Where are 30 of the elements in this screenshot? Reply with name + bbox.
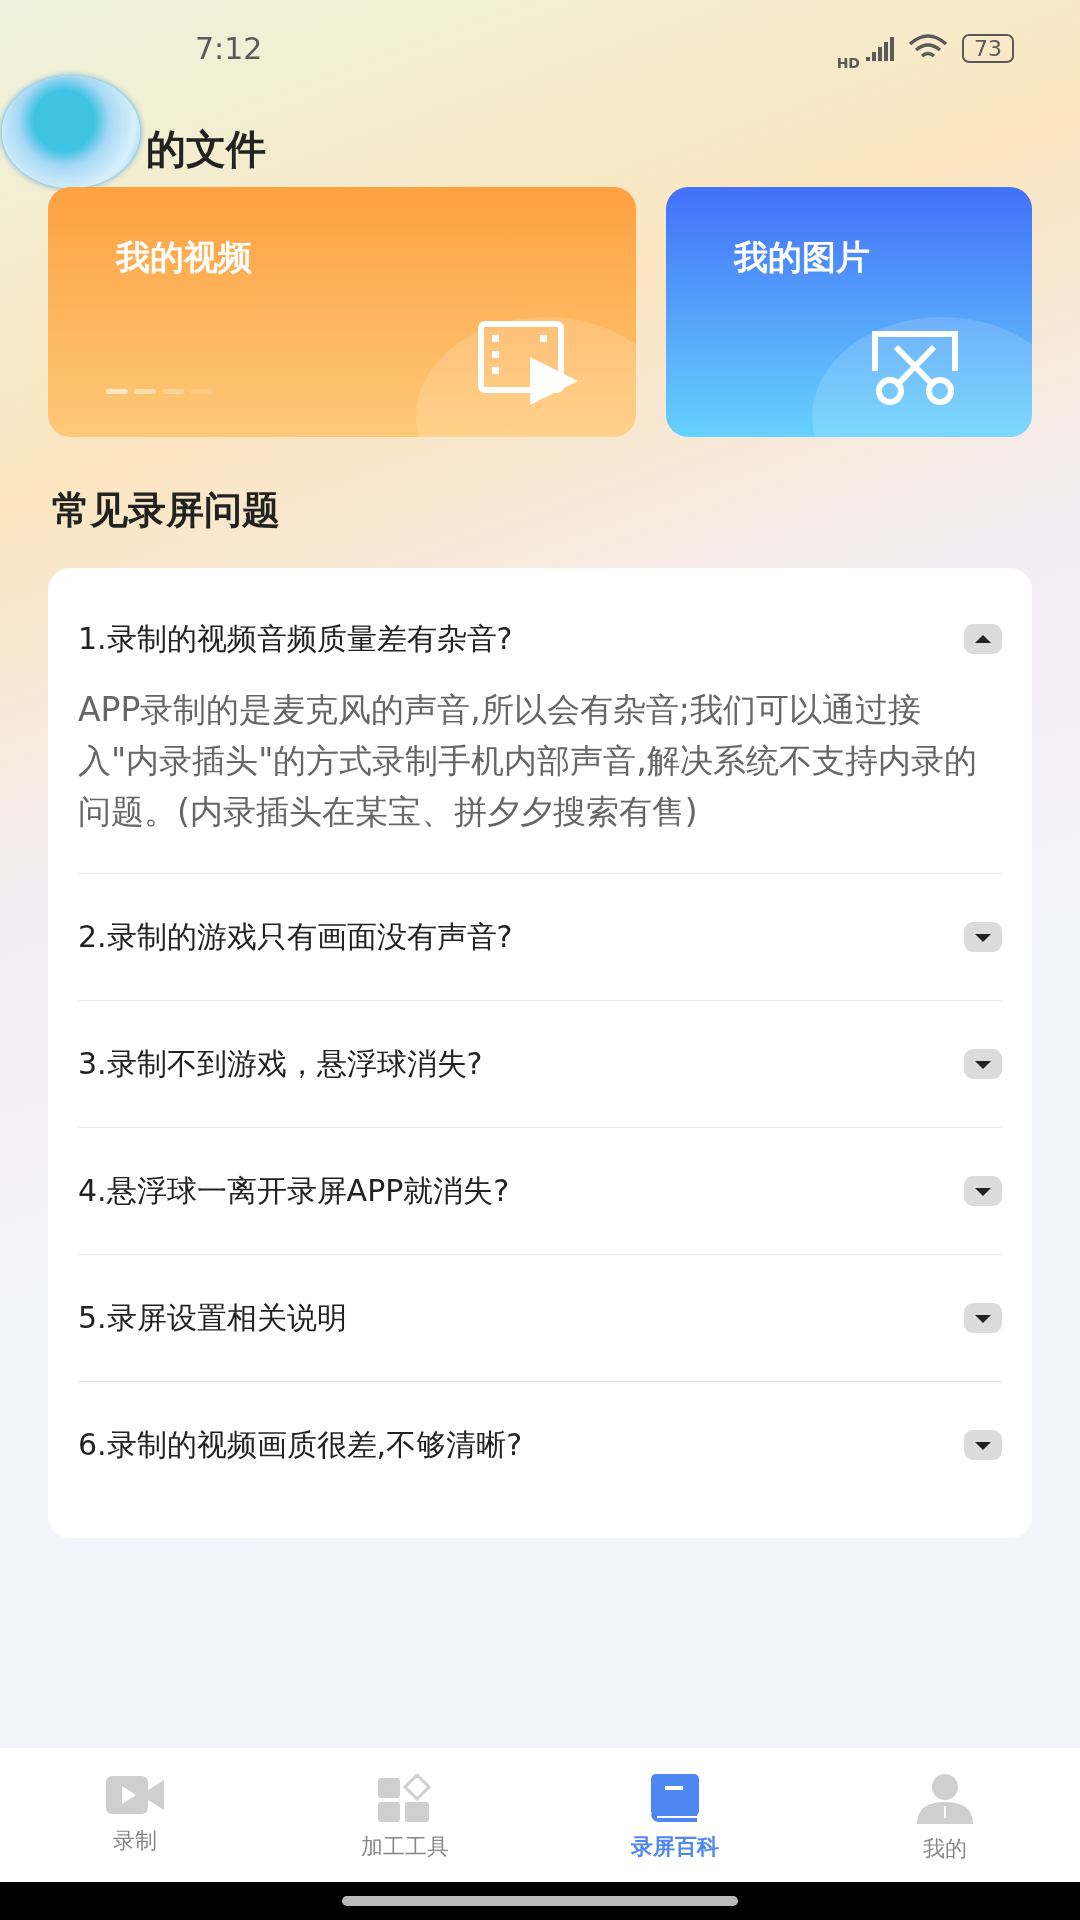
- nav-tab[interactable]: 录制: [0, 1748, 270, 1882]
- expand-icon[interactable]: [964, 1303, 1002, 1333]
- network-type-label: HD: [836, 55, 860, 71]
- book-icon: [651, 1774, 699, 1822]
- video-camera-icon: [106, 1774, 164, 1816]
- faq-answer: APP录制的是麦克风的声音,所以会有杂音;我们可以通过接入"内录插头"的方式录制手机内部声音,解决系统不支持内录的问题。(内录插头在某宝、拼夕夕搜索有售): [78, 689, 978, 833]
- film-play-icon: [478, 321, 578, 405]
- section-title: 常见录屏问题: [51, 487, 281, 534]
- expand-icon[interactable]: [964, 1049, 1002, 1079]
- faq-question[interactable]: 3.录制不到游戏，悬浮球消失?: [78, 1043, 483, 1085]
- faq-question[interactable]: 1.录制的视频音频质量差有杂音?: [78, 618, 513, 660]
- expand-icon[interactable]: [964, 1176, 1002, 1206]
- battery-indicator: 73: [962, 33, 1014, 63]
- faq-question[interactable]: 6.录制的视频画质很差,不够清晰?: [78, 1424, 523, 1466]
- card-title: 我的图片: [734, 236, 870, 279]
- nav-tab[interactable]: 我的: [810, 1748, 1080, 1882]
- expand-icon[interactable]: [964, 1430, 1002, 1460]
- faq-question[interactable]: 2.录制的游戏只有画面没有声音?: [78, 916, 513, 958]
- status-time: 7:12: [195, 30, 263, 66]
- collapse-icon[interactable]: [964, 624, 1002, 654]
- nav-tab[interactable]: 加工工具: [270, 1748, 540, 1882]
- grid-tools-icon: [378, 1774, 432, 1822]
- section-title: 的文件: [146, 125, 266, 174]
- card-title: 我的视频: [116, 236, 252, 279]
- faq-question[interactable]: 4.悬浮球一离开录屏APP就消失?: [78, 1170, 510, 1212]
- expand-icon[interactable]: [964, 922, 1002, 952]
- person-icon: [917, 1774, 973, 1824]
- scissors-icon: [872, 331, 958, 405]
- signal-icon: [866, 35, 894, 61]
- faq-question[interactable]: 5.录屏设置相关说明: [78, 1297, 347, 1339]
